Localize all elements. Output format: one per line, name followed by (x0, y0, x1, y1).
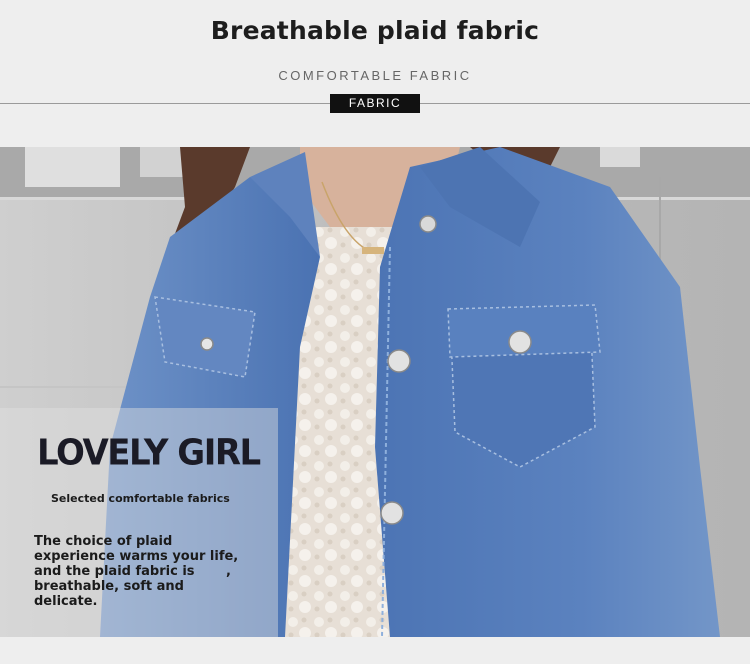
paragraph-line: experience warms your life, (34, 549, 239, 564)
section-subtitle: COMFORTABLE FABRIC (278, 68, 472, 83)
stray-comma: , (226, 564, 231, 579)
paragraph-line: The choice of plaid (34, 534, 173, 549)
headline: LOVELY GIRL (37, 432, 261, 474)
fabric-tag: FABRIC (330, 94, 420, 113)
divider-left (0, 103, 330, 104)
description-paragraph: The choice of plaid experience warms you… (34, 534, 254, 609)
paragraph-line: and the plaid fabric is (34, 564, 195, 579)
paragraph-line: delicate. (34, 594, 98, 609)
divider-right (420, 103, 750, 104)
product-detail-page: Breathable plaid fabric COMFORTABLE FABR… (0, 0, 750, 664)
paragraph-line: breathable, soft and (34, 579, 184, 594)
tagline: Selected comfortable fabrics (51, 492, 230, 505)
section-title: Breathable plaid fabric (210, 16, 540, 45)
